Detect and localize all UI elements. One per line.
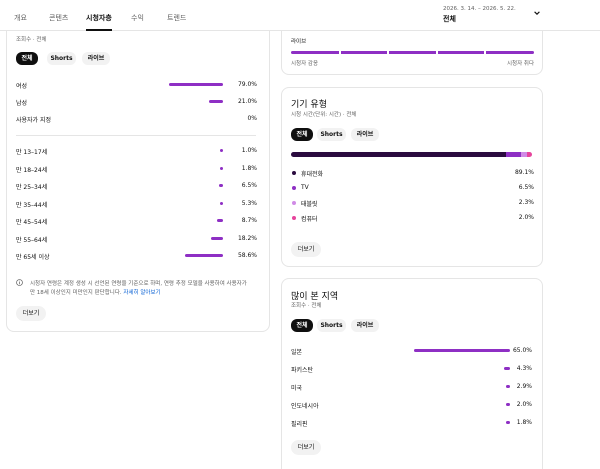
region-label: 인도네시아 [291,403,319,410]
row-label: 만 55–64세 [16,236,48,244]
legend-dot [292,201,296,205]
device-label: TV [301,184,309,191]
tab-overview[interactable]: 개요 [14,13,27,23]
device-label: 컴퓨터 [301,216,318,223]
filter-live-chip[interactable]: 라이브 [82,52,110,65]
chevron-down-icon[interactable] [533,9,541,17]
filter-shorts-chip[interactable]: Shorts [317,319,346,332]
row-value: 0% [247,115,257,122]
row-label: 사용자가 지정 [16,117,52,124]
tab-content[interactable]: 콘텐츠 [49,13,68,23]
row-label: 만 35–44세 [16,201,48,209]
demographics-subtitle: 조회수 · 전체 [16,37,47,43]
device-bar-segment [505,152,522,157]
row-label: 만 45–54세 [16,219,48,226]
active-tab-underline [86,29,112,31]
percent-bar [211,236,223,240]
row-value: 5.3% [241,199,257,207]
row-value: 8.7% [241,217,257,224]
filter-live-chip[interactable]: 라이브 [351,128,379,141]
date-range-label[interactable]: 전체 [443,14,456,24]
filter-all-chip[interactable]: 전체 [16,52,38,65]
percent-bar [220,201,223,205]
age-note-line: 만 18세 이상인지 미만인지 판단합니다. [30,290,122,296]
row-label: 만 65세 이상 [16,254,50,261]
demographics-card: 조회수 · 전체 전체 Shorts 라이브 여성 79.0% 남성 21.0% 사용자… [6,20,270,332]
row-label: 여성 [16,83,28,90]
segment-gap [339,51,341,54]
legend-dot [292,216,296,220]
segment-gap [436,51,438,54]
region-value: 2.0% [516,401,532,408]
region-value: 65.0% [512,347,532,354]
row-value: 18.2% [237,234,257,242]
device-bar-segment [291,152,506,157]
region-label: 일본 [291,349,303,356]
percent-bar [414,349,510,352]
device-value: 6.5% [518,184,534,191]
tab-revenue[interactable]: 수익 [131,13,144,23]
device-value: 2.3% [518,199,534,206]
row-value: 79.0% [237,81,257,88]
segment-gap [387,51,389,54]
device-bar-segment [526,152,532,157]
top-regions-card: 많이 본 지역 조회수 · 전체 전체 Shorts 라이브 일본 65.0% 파키… [281,278,543,469]
row-value: 1.8% [241,164,257,172]
device-value: 89.1% [514,169,534,176]
region-label: 파키스탄 [291,367,314,374]
row-label: 만 18–24세 [16,166,48,174]
percent-bar [209,100,223,103]
learn-more-link[interactable]: 자세히 알아보기 [123,290,160,296]
filter-live-chip[interactable]: 라이브 [351,319,379,332]
age-note-text: 시청자 연령은 계정 생성 시 선언된 연령을 기준으로 하며, 연령 추정 모… [30,281,247,287]
row-value: 21.0% [237,98,257,105]
filter-all-chip[interactable]: 전체 [291,128,313,141]
segmented-bar [291,51,534,54]
percent-bar [220,166,223,170]
age-note-text-2: 만 18세 이상인지 미만인지 판단합니다. 자세히 알아보기 [30,288,161,296]
top-tab-bar: 개요 콘텐츠 시청자층 수익 트렌드 2026. 3. 14. – 2026. … [0,0,600,31]
region-value: 1.8% [516,419,532,426]
top-regions-subtitle: 조회수 · 전체 [291,303,322,309]
device-label: 태블릿 [301,201,318,208]
row-label: 남성 [16,100,28,107]
segment-gap [484,51,486,54]
filter-all-chip[interactable]: 전체 [291,319,313,332]
more-button[interactable]: 더보기 [291,242,321,257]
row-value: 1.0% [241,147,257,154]
percent-bar [185,254,223,257]
device-type-card: 기기 유형 시청 시간(단위: 시간) · 전체 전체 Shorts 라이브 휴… [281,87,543,267]
tab-trends[interactable]: 트렌드 [167,13,186,23]
device-value: 2.0% [518,214,534,221]
percent-bar [220,149,223,152]
more-button[interactable]: 더보기 [291,440,321,455]
region-value: 2.9% [516,383,532,390]
region-label: 미국 [291,385,303,392]
legend-dot [292,186,296,190]
row-label: 만 25–34세 [16,184,48,191]
device-label: 휴대전화 [301,171,324,178]
tab-audience[interactable]: 시청자층 [86,13,112,23]
device-type-subtitle: 시청 시간(단위: 시간) · 전체 [291,112,357,118]
row-value: 58.6% [237,252,257,259]
divider [16,135,256,136]
row-label: 만 13–17세 [16,149,48,156]
more-button[interactable]: 더보기 [16,306,46,321]
region-value: 4.3% [516,365,532,372]
device-type-title: 기기 유형 [291,100,327,110]
axis-left-label: 시청자 감응 [291,61,319,67]
legend-dot [292,171,296,175]
date-range-text[interactable]: 2026. 3. 14. – 2026. 5. 22. [443,6,516,12]
row-value: 6.5% [241,182,257,189]
region-label: 필리핀 [291,421,308,428]
filter-shorts-chip[interactable]: Shorts [317,128,346,141]
info-icon[interactable] [16,279,23,286]
percent-bar [217,219,223,222]
axis-right-label: 시청자 취다 [507,61,535,67]
filter-shorts-chip[interactable]: Shorts [47,52,76,65]
percent-bar [169,83,223,86]
partial-card-label: 라이브 [291,39,307,45]
percent-bar [219,184,223,187]
device-stacked-bar [291,152,532,157]
